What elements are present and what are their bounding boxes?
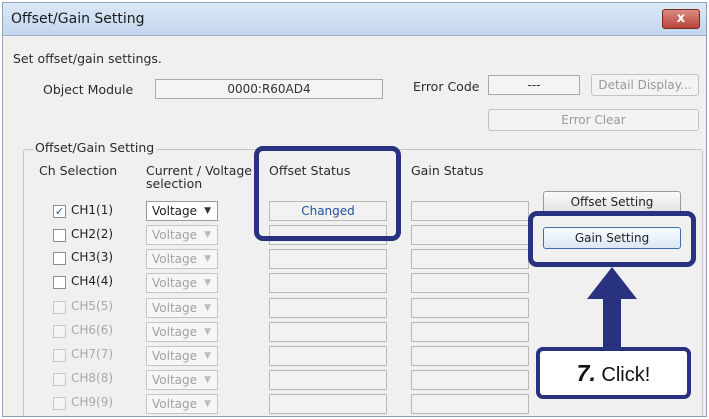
ch6-checkbox[interactable] <box>53 325 66 338</box>
offset-gain-dialog: Offset/Gain Setting x Set offset/gain se… <box>2 2 707 417</box>
ch8-checkbox[interactable] <box>53 373 66 386</box>
ch2-checkbox[interactable] <box>53 229 66 242</box>
ch9-label: CH9(9) <box>71 395 114 409</box>
ch8-mode-select[interactable]: Voltage ▼ <box>146 370 218 390</box>
ch5-mode-value: Voltage <box>152 301 198 315</box>
error-code-field: --- <box>488 75 580 95</box>
callout-text: Click! <box>601 364 651 386</box>
ch6-mode-value: Voltage <box>152 325 198 339</box>
object-module-label: Object Module <box>43 82 134 97</box>
ch5-checkbox[interactable] <box>53 301 66 314</box>
ch3-offset-status <box>269 249 387 269</box>
dropdown-arrow-icon: ▼ <box>204 230 211 240</box>
ch3-mode-select[interactable]: Voltage ▼ <box>146 249 218 269</box>
ch7-checkbox[interactable] <box>53 349 66 362</box>
ch2-label: CH2(2) <box>71 227 114 241</box>
dialog-title: Offset/Gain Setting <box>11 11 145 27</box>
dropdown-arrow-icon: ▼ <box>204 375 211 385</box>
ch2-gain-status <box>411 225 529 245</box>
ch7-mode-select[interactable]: Voltage ▼ <box>146 346 218 366</box>
title-bar: Offset/Gain Setting x <box>3 3 706 36</box>
ch6-mode-select[interactable]: Voltage ▼ <box>146 322 218 342</box>
dropdown-arrow-icon: ▼ <box>204 399 211 409</box>
ch9-checkbox[interactable] <box>53 397 66 410</box>
dropdown-arrow-icon: ▼ <box>204 303 211 313</box>
ch4-offset-status <box>269 273 387 293</box>
dropdown-arrow-icon: ▼ <box>204 278 211 288</box>
object-module-field: 0000:R60AD4 <box>155 79 383 99</box>
ch5-gain-status <box>411 298 529 318</box>
ch6-gain-status <box>411 322 529 342</box>
gain-setting-highlight <box>528 211 696 267</box>
ch1-label: CH1(1) <box>71 203 114 217</box>
ch9-gain-status <box>411 394 529 414</box>
dropdown-arrow-icon: ▼ <box>204 351 211 361</box>
dropdown-arrow-icon: ▼ <box>204 254 211 264</box>
ch3-mode-value: Voltage <box>152 252 198 266</box>
ch2-mode-value: Voltage <box>152 228 198 242</box>
ch5-label: CH5(5) <box>71 299 114 313</box>
header-selection: selection <box>146 176 203 191</box>
ch5-mode-select[interactable]: Voltage ▼ <box>146 298 218 318</box>
ch4-label: CH4(4) <box>71 274 114 288</box>
ch9-mode-select[interactable]: Voltage ▼ <box>146 394 218 414</box>
ch4-checkbox[interactable] <box>53 276 66 289</box>
header-gain-status: Gain Status <box>411 163 484 178</box>
ch8-gain-status <box>411 370 529 390</box>
ch3-label: CH3(3) <box>71 250 114 264</box>
ch3-gain-status <box>411 249 529 269</box>
dropdown-arrow-icon: ▼ <box>204 206 211 216</box>
ch8-mode-value: Voltage <box>152 373 198 387</box>
ch6-label: CH6(6) <box>71 323 114 337</box>
ch3-checkbox[interactable] <box>53 252 66 265</box>
offset-status-highlight <box>254 146 401 241</box>
ch8-offset-status <box>269 370 387 390</box>
instructions-text: Set offset/gain settings. <box>13 51 162 66</box>
ch8-label: CH8(8) <box>71 371 114 385</box>
detail-display-button[interactable]: Detail Display... <box>591 74 699 96</box>
header-ch-selection: Ch Selection <box>39 163 118 178</box>
instruction-callout: 7. Click! <box>536 347 691 399</box>
step-number: 7. <box>576 360 596 386</box>
ch2-mode-select[interactable]: Voltage ▼ <box>146 225 218 245</box>
ch1-gain-status <box>411 201 529 221</box>
ch6-offset-status <box>269 322 387 342</box>
ch7-mode-value: Voltage <box>152 349 198 363</box>
ch7-offset-status <box>269 346 387 366</box>
error-clear-button[interactable]: Error Clear <box>488 109 699 131</box>
ch4-gain-status <box>411 273 529 293</box>
ch1-checkbox[interactable]: ✓ <box>53 205 66 218</box>
ch1-mode-select[interactable]: Voltage ▼ <box>146 201 218 221</box>
ch7-gain-status <box>411 346 529 366</box>
close-button[interactable]: x <box>662 9 700 29</box>
ch4-mode-select[interactable]: Voltage ▼ <box>146 273 218 293</box>
up-arrow-icon <box>587 267 637 347</box>
ch7-label: CH7(7) <box>71 347 114 361</box>
ch5-offset-status <box>269 298 387 318</box>
dropdown-arrow-icon: ▼ <box>204 327 211 337</box>
group-label: Offset/Gain Setting <box>33 140 157 155</box>
offset-setting-button[interactable]: Offset Setting <box>543 191 681 213</box>
ch9-offset-status <box>269 394 387 414</box>
ch4-mode-value: Voltage <box>152 276 198 290</box>
error-code-label: Error Code <box>413 79 480 94</box>
ch1-mode-value: Voltage <box>152 204 198 218</box>
ch9-mode-value: Voltage <box>152 397 198 411</box>
